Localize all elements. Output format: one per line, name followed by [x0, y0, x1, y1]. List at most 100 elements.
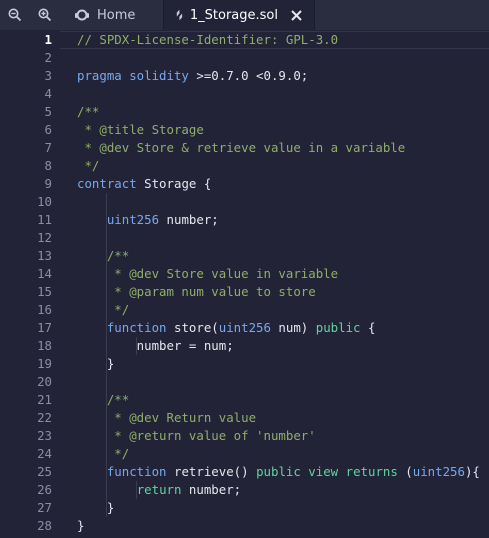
code-token: Storage {: [144, 176, 212, 191]
line-number: 23: [37, 428, 52, 443]
code-line[interactable]: 26 return number;: [0, 481, 489, 499]
code-line[interactable]: 1 // SPDX-License-Identifier: GPL-3.0: [0, 31, 489, 49]
code-line[interactable]: 15 * @param num value to store: [0, 283, 489, 301]
line-number: 10: [37, 194, 52, 209]
code-token: * @return value of 'number': [77, 428, 316, 443]
code-line[interactable]: 13 /**: [0, 247, 489, 265]
code-token: uint256: [412, 464, 465, 479]
code-line[interactable]: 20: [0, 373, 489, 391]
line-number: 19: [37, 356, 52, 371]
code-token: * @dev Store & retrieve value in a varia…: [77, 140, 406, 155]
code-token: // SPDX-License-Identifier: GPL-3.0: [77, 32, 339, 47]
code-text: }: [77, 355, 114, 373]
line-number: 20: [37, 374, 52, 389]
code-line[interactable]: 22 * @dev Return value: [0, 409, 489, 427]
code-line[interactable]: 16 */: [0, 301, 489, 319]
code-token: view: [308, 464, 339, 479]
code-token: num): [270, 320, 316, 335]
code-text: * @dev Store value in variable: [77, 265, 338, 283]
code-token: /**: [77, 104, 100, 119]
code-token: */: [77, 302, 130, 317]
code-line[interactable]: 12: [0, 229, 489, 247]
code-line[interactable]: 6 * @title Storage: [0, 121, 489, 139]
code-text: number = num;: [77, 337, 234, 355]
line-number: 6: [44, 122, 52, 137]
zoom-out-icon: [8, 8, 22, 22]
close-tab-button[interactable]: [291, 9, 302, 21]
code-line[interactable]: 21 /**: [0, 391, 489, 409]
code-line[interactable]: 11 uint256 number;: [0, 211, 489, 229]
zoom-out-button[interactable]: [0, 0, 30, 30]
line-number: 15: [37, 284, 52, 299]
code-token: number = num;: [77, 338, 234, 353]
code-token: {: [360, 320, 376, 335]
code-line[interactable]: 18 number = num;: [0, 337, 489, 355]
code-token: /**: [77, 392, 130, 407]
code-text: function retrieve() public view returns …: [77, 463, 480, 481]
code-text: * @title Storage: [77, 121, 204, 139]
indent-guide: [135, 481, 137, 499]
code-token: retrieve(): [166, 464, 257, 479]
code-line[interactable]: 28}: [0, 517, 489, 535]
code-token: function: [106, 464, 167, 479]
code-text: /**: [77, 391, 129, 409]
code-text: * @return value of 'number': [77, 427, 316, 445]
code-editor[interactable]: 1// SPDX-License-Identifier: GPL-3.0 2 3 pr…: [0, 30, 489, 538]
code-text: pragma solidity >=0.7.0 <0.9.0;: [77, 67, 308, 85]
tab-home[interactable]: Home: [60, 0, 163, 30]
line-number: 18: [37, 338, 52, 353]
code-line[interactable]: 5 /**: [0, 103, 489, 121]
close-icon: [291, 9, 302, 21]
code-text: * @param num value to store: [77, 283, 316, 301]
line-number: 14: [37, 266, 52, 281]
code-line[interactable]: 14 * @dev Store value in variable: [0, 265, 489, 283]
code-token: * @param num value to store: [77, 284, 316, 299]
code-token: uint256: [218, 320, 271, 335]
code-token: number;: [159, 212, 219, 227]
line-number: 7: [44, 140, 52, 155]
code-line[interactable]: 10: [0, 193, 489, 211]
code-token: number;: [181, 482, 242, 497]
tab-home-label: Home: [97, 7, 136, 23]
line-number: 12: [37, 230, 52, 245]
code-line[interactable]: 27 }: [0, 499, 489, 517]
code-line[interactable]: 9 contract Storage {: [0, 175, 489, 193]
code-token: returns: [345, 464, 398, 479]
code-line[interactable]: 24 */: [0, 445, 489, 463]
code-line[interactable]: 7 * @dev Store & retrieve value in a var…: [0, 139, 489, 157]
code-token: uint256: [106, 212, 160, 227]
code-line[interactable]: 3 pragma solidity >=0.7.0 <0.9.0;: [0, 67, 489, 85]
code-text: function store(uint256 num) public {: [77, 319, 376, 337]
code-line[interactable]: 8 */: [0, 157, 489, 175]
code-token: /**: [77, 248, 130, 263]
code-line[interactable]: 23 * @return value of 'number': [0, 427, 489, 445]
code-line[interactable]: 4: [0, 85, 489, 103]
code-token: * @title Storage: [77, 122, 204, 137]
line-number: 21: [37, 392, 52, 407]
line-number: 17: [37, 320, 52, 335]
code-text: * @dev Return value: [77, 409, 256, 427]
code-line[interactable]: 17 function store(uint256 num) public {: [0, 319, 489, 337]
code-token: */: [77, 158, 100, 173]
line-number: 27: [37, 500, 52, 515]
code-text: /**: [77, 247, 129, 265]
code-line[interactable]: 19 }: [0, 355, 489, 373]
code-line[interactable]: 2: [0, 49, 489, 67]
zoom-in-button[interactable]: [30, 0, 60, 30]
code-token: }: [77, 518, 85, 533]
code-text: // SPDX-License-Identifier: GPL-3.0: [77, 31, 338, 49]
code-text: uint256 number;: [77, 211, 219, 229]
code-line[interactable]: 25 function retrieve() public view retur…: [0, 463, 489, 481]
code-text: * @dev Store & retrieve value in a varia…: [77, 139, 405, 157]
remix-logo-icon: [75, 9, 89, 21]
code-token: * @dev Store value in variable: [77, 266, 339, 281]
code-text: */: [77, 157, 99, 175]
code-text: */: [77, 301, 129, 319]
code-text: */: [77, 445, 129, 463]
solidity-file-icon: [176, 9, 183, 21]
code-token: function: [106, 320, 167, 335]
code-token: contract: [77, 176, 145, 191]
line-number: 2: [44, 50, 52, 65]
tab-storage-sol[interactable]: 1_Storage.sol: [163, 0, 315, 30]
